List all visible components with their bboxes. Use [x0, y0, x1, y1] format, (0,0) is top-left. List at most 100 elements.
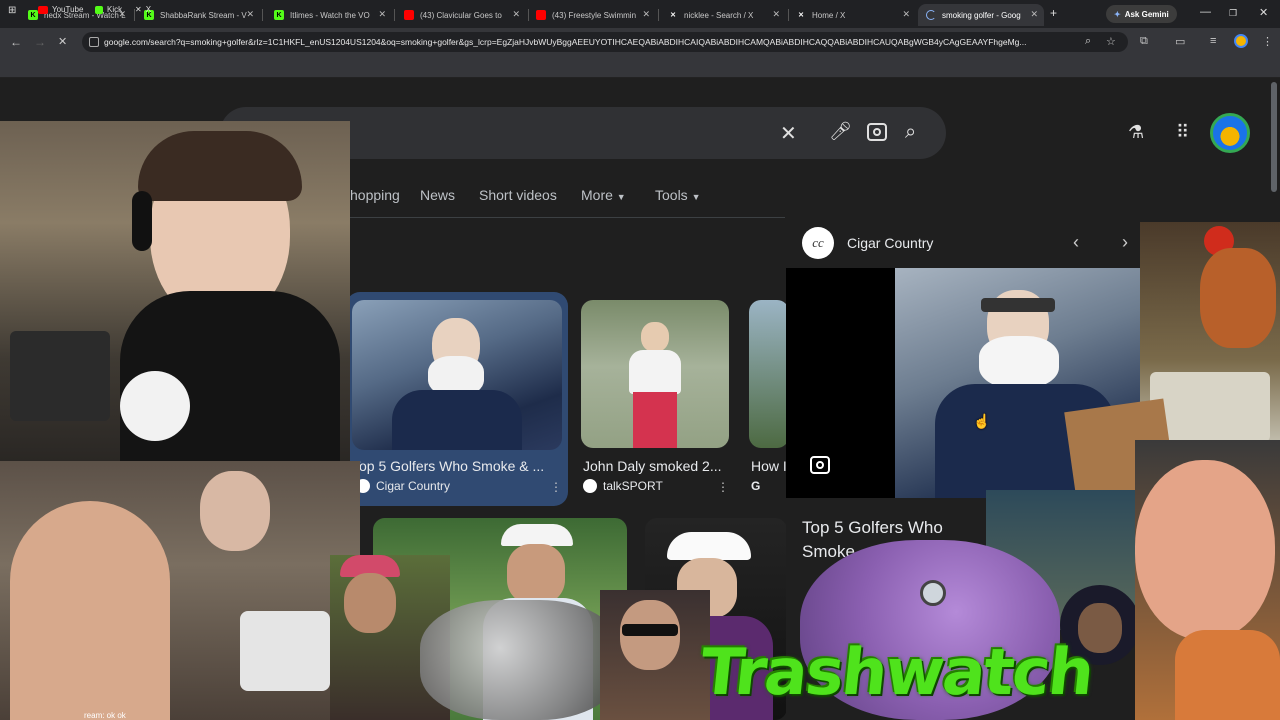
chevron-down-icon: ▼	[616, 192, 626, 202]
tab-itlimes[interactable]: K Itlimes - Watch the VO ✕	[266, 4, 392, 26]
loading-icon	[926, 10, 936, 20]
close-icon[interactable]: ✕	[642, 9, 650, 20]
bald-man-face	[10, 501, 170, 720]
close-window-icon[interactable]: ✕	[1259, 6, 1268, 19]
ask-gemini-button[interactable]: ✦ Ask Gemini	[1106, 5, 1177, 23]
source-label: G	[751, 479, 761, 493]
close-icon[interactable]: ✕	[378, 9, 386, 20]
bookmarks-bar	[0, 56, 1280, 78]
address-bar[interactable]: google.com/search?q=smoking+golfer&rlz=1…	[82, 32, 1128, 52]
zoom-icon[interactable]: ⌕	[1085, 35, 1091, 48]
result-thumbnail[interactable]	[581, 300, 729, 448]
more-options-icon[interactable]: ⋮	[550, 480, 562, 494]
bookmark-star-icon[interactable]: ☆	[1106, 35, 1116, 48]
bookmark-x[interactable]: ✕ X	[135, 5, 151, 14]
more-label: More	[581, 187, 613, 203]
account-avatar[interactable]	[1210, 113, 1250, 153]
apps-icon[interactable]: ⊞	[8, 5, 16, 16]
x-icon: ✕	[798, 12, 804, 19]
result-title[interactable]: How I	[751, 458, 787, 474]
tab-nicklee[interactable]: ✕ nicklee - Search / X ✕	[660, 4, 786, 26]
more-options-icon[interactable]: ⋮	[717, 480, 729, 494]
youtube-icon	[536, 10, 546, 20]
tab-freestyle[interactable]: (43) Freestyle Swimmin ✕	[528, 4, 656, 26]
result-title[interactable]: John Daly smoked 2...	[583, 458, 729, 474]
golfer-beard	[979, 336, 1059, 388]
new-tab-button[interactable]: +	[1050, 6, 1057, 20]
tab-label: nicklee - Search / X	[684, 10, 754, 20]
preview-source-name[interactable]: Cigar Country	[847, 235, 933, 251]
tab-more[interactable]: More ▼	[581, 187, 626, 203]
menu-icon[interactable]: ⋮	[1262, 35, 1273, 48]
headphones	[132, 191, 152, 251]
creature-eye	[920, 580, 946, 606]
source-label: Cigar Country	[376, 479, 451, 493]
close-icon[interactable]: ✕	[772, 9, 780, 20]
close-icon[interactable]: ✕	[512, 9, 520, 20]
tab-clavicular[interactable]: (43) Clavicular Goes to ✕	[396, 4, 526, 26]
meme-man-sunglasses	[600, 590, 710, 720]
labs-flask-icon[interactable]: ⚗	[1128, 122, 1144, 143]
google-apps-icon[interactable]: ⠿	[1176, 122, 1189, 143]
forward-icon[interactable]: →	[34, 35, 46, 49]
divider	[350, 217, 785, 218]
close-icon[interactable]: ✕	[902, 9, 910, 20]
chat-snippet: ream: ok ok	[84, 711, 126, 720]
hand-cursor-icon: ☝	[973, 413, 991, 429]
back-icon[interactable]: ←	[10, 35, 22, 49]
tab-short-videos[interactable]: Short videos	[479, 187, 557, 203]
result-source[interactable]: Cigar Country	[356, 479, 450, 493]
x-icon: ✕	[135, 5, 142, 14]
tab-label: ShabbaRank Stream - V	[160, 10, 247, 20]
site-info-icon[interactable]	[89, 37, 99, 47]
url-text: google.com/search?q=smoking+golfer&rlz=1…	[104, 37, 1027, 47]
cigar-country-logo[interactable]: cc	[802, 227, 834, 259]
media-icon[interactable]: ≡	[1210, 35, 1216, 47]
golfer-shirt	[629, 350, 681, 394]
tab-divider	[658, 9, 659, 21]
chevron-down-icon: ▼	[691, 192, 701, 202]
result-source[interactable]: G	[751, 479, 787, 493]
microphone-icon[interactable]: 🎤︎	[829, 121, 852, 142]
webcam-overlay	[0, 121, 350, 461]
result-thumbnail[interactable]	[352, 300, 562, 450]
tab-label: (43) Clavicular Goes to	[420, 10, 502, 20]
scrollbar-thumb[interactable]	[1271, 82, 1277, 192]
lens-icon[interactable]	[867, 123, 887, 141]
result-title[interactable]: Top 5 Golfers Who Smoke & ...	[352, 458, 552, 474]
tab-smoking-golfer[interactable]: smoking golfer - Goog ✕	[918, 4, 1044, 26]
tools-label: Tools	[655, 187, 688, 203]
bookmark-youtube[interactable]: YouTube	[38, 5, 83, 14]
golfer-shirt	[392, 390, 522, 450]
stop-icon[interactable]: ✕	[58, 35, 67, 48]
tab-shopping[interactable]: hopping	[350, 187, 400, 203]
close-icon[interactable]: ✕	[246, 9, 254, 20]
result-thumbnail[interactable]	[749, 300, 789, 448]
profile-avatar[interactable]	[1234, 34, 1248, 48]
tab-news[interactable]: News	[420, 187, 455, 203]
tools-button[interactable]: Tools ▼	[655, 187, 701, 203]
result-source[interactable]: talkSPORT	[583, 479, 663, 493]
lens-icon[interactable]	[810, 456, 830, 474]
source-label: talkSPORT	[603, 479, 663, 493]
gemini-icon: ✦	[1114, 9, 1121, 19]
tab-shabbarank[interactable]: K ShabbaRank Stream - V ✕	[136, 4, 260, 26]
tab-label: Itlimes - Watch the VO	[290, 10, 370, 20]
tab-home-x[interactable]: ✕ Home / X ✕	[788, 4, 916, 26]
speaker	[10, 331, 110, 421]
minimize-icon[interactable]: —	[1200, 6, 1211, 18]
close-icon[interactable]: ✕	[1030, 9, 1038, 20]
man-face	[1135, 460, 1275, 640]
kick-icon: K	[274, 10, 284, 20]
bookmark-label: Kick	[107, 5, 123, 14]
next-icon[interactable]: ›	[1122, 232, 1128, 253]
restore-icon[interactable]: ❐	[1229, 8, 1237, 19]
previous-icon[interactable]: ‹	[1073, 232, 1079, 253]
extensions-icon[interactable]: ⧉	[1140, 35, 1148, 48]
bookmark-kick[interactable]: Kick	[95, 5, 122, 14]
cast-icon[interactable]: ▭	[1175, 35, 1185, 48]
clear-icon[interactable]: ✕	[780, 121, 797, 146]
tab-label: Home / X	[812, 10, 846, 20]
search-icon[interactable]: ⌕	[905, 121, 916, 144]
rooster-body	[1200, 248, 1276, 348]
